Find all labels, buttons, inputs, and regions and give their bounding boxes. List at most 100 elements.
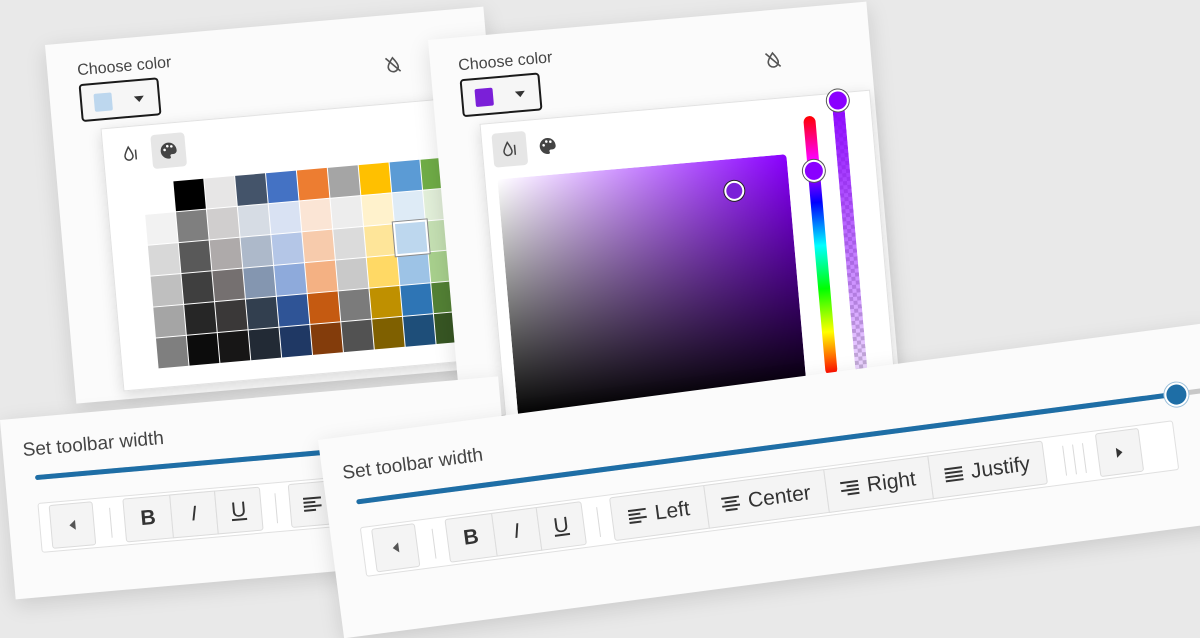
gradient-drag-handle[interactable] [723,180,746,202]
align-right-label: Right [865,467,918,497]
palette-color-swatch[interactable] [366,255,400,288]
slider-thumb[interactable] [1162,381,1190,409]
scroll-right-button[interactable] [1094,427,1145,478]
toolbar-separator [431,528,437,559]
palette-color-swatch[interactable] [243,265,276,299]
palette-color-swatch[interactable] [335,257,369,291]
palette-color-swatch[interactable] [173,178,206,212]
palette-color-swatch[interactable] [217,330,251,363]
palette-color-swatch[interactable] [204,176,237,209]
palette-color-swatch[interactable] [240,235,274,268]
palette-color-swatch[interactable] [338,288,372,322]
underline-label: U [552,513,571,538]
underline-button[interactable]: U [213,486,264,535]
selected-color-swatch [474,87,494,108]
scroll-left-button[interactable] [371,523,421,573]
palette-color-swatch[interactable] [279,325,313,358]
bold-button[interactable]: B [444,512,498,563]
toolbar-width-label: Set toolbar width [21,427,165,462]
bold-button[interactable]: B [122,494,174,543]
palette-color-swatch[interactable] [333,226,366,260]
palette-color-swatch[interactable] [389,159,423,193]
palette-color-swatch[interactable] [176,209,209,243]
hue-slider-handle[interactable] [801,158,826,183]
palette-view-tab[interactable] [529,128,566,165]
palette-color-swatch[interactable] [372,316,405,350]
choose-color-label: Choose color [76,54,173,80]
palette-color-swatch[interactable] [305,260,338,294]
align-center-button[interactable]: Center [703,469,830,529]
palette-color-swatch[interactable] [178,240,212,273]
palette-color-swatch[interactable] [364,224,397,257]
opacity-slider[interactable] [825,88,868,373]
palette-color-swatch[interactable] [403,314,436,347]
selected-color-swatch [93,92,113,112]
palette-color-swatch[interactable] [248,327,282,361]
toolbar-separator [1072,444,1077,475]
align-left-button[interactable]: Left [608,484,710,542]
align-right-button[interactable]: Right [823,455,934,513]
palette-color-swatch[interactable] [330,196,363,229]
palette-color-swatch[interactable] [235,173,268,206]
color-picker-button[interactable] [459,72,543,118]
clear-color-icon[interactable] [762,49,784,76]
caret-right-icon [1115,447,1124,458]
palette-color-swatch[interactable] [186,333,220,366]
toolbar: B I U Left Center Right Justify [359,420,1180,577]
palette-color-swatch[interactable] [142,181,175,214]
color-palette-grid [142,157,467,373]
toolbar-width-label: Set toolbar width [341,444,485,484]
palette-color-swatch[interactable] [369,286,402,319]
palette-color-swatch[interactable] [209,237,243,271]
palette-color-swatch[interactable] [184,302,217,335]
palette-color-swatch[interactable] [237,204,271,237]
gradient-view-tab[interactable] [112,136,149,173]
italic-button[interactable]: I [491,507,543,557]
palette-color-swatch[interactable] [155,335,189,369]
italic-button[interactable]: I [169,490,219,539]
palette-color-swatch[interactable] [361,193,394,226]
palette-color-swatch[interactable] [150,274,184,307]
palette-color-swatch[interactable] [299,198,333,232]
palette-color-swatch[interactable] [153,304,186,338]
align-justify-button[interactable]: Justify [927,440,1049,500]
palette-color-swatch[interactable] [392,190,425,224]
palette-color-swatch[interactable] [341,319,374,353]
gradient-view-tab[interactable] [491,130,529,168]
palette-color-swatch[interactable] [268,201,302,234]
palette-color-swatch[interactable] [215,299,248,333]
palette-color-swatch[interactable] [212,268,245,302]
align-center-icon [721,495,741,512]
palette-color-swatch[interactable] [206,206,240,240]
palette-color-swatch[interactable] [302,229,335,263]
palette-color-swatch[interactable] [397,252,431,285]
palette-color-swatch[interactable] [400,283,433,316]
palette-color-swatch[interactable] [394,221,428,255]
palette-color-swatch[interactable] [181,271,214,304]
palette-color-swatch[interactable] [307,291,341,324]
palette-color-swatch[interactable] [327,165,361,198]
palette-color-swatch[interactable] [310,322,343,355]
hue-slider[interactable] [801,115,838,376]
palette-color-swatch[interactable] [271,232,304,265]
palette-color-swatch[interactable] [274,263,307,296]
toolbar-separator [109,507,113,538]
toolbar-separator [596,507,602,538]
droplet-icon [124,145,138,161]
palette-color-swatch[interactable] [245,296,279,330]
palette-color-swatch[interactable] [296,167,330,201]
chevron-down-icon [514,90,526,98]
palette-color-swatch[interactable] [358,162,392,196]
opacity-slider-handle[interactable] [825,88,850,113]
align-left-icon [302,496,322,512]
palette-color-swatch[interactable] [266,170,299,204]
palette-color-swatch[interactable] [276,294,310,327]
gradient-hsv-square[interactable] [497,154,808,419]
palette-color-swatch[interactable] [147,243,181,276]
palette-color-swatch[interactable] [145,212,178,245]
clear-color-icon[interactable] [382,54,404,81]
palette-view-tab[interactable] [150,132,188,170]
scroll-left-button[interactable] [48,501,97,549]
underline-button[interactable]: U [535,501,587,551]
color-picker-button[interactable] [78,77,162,123]
